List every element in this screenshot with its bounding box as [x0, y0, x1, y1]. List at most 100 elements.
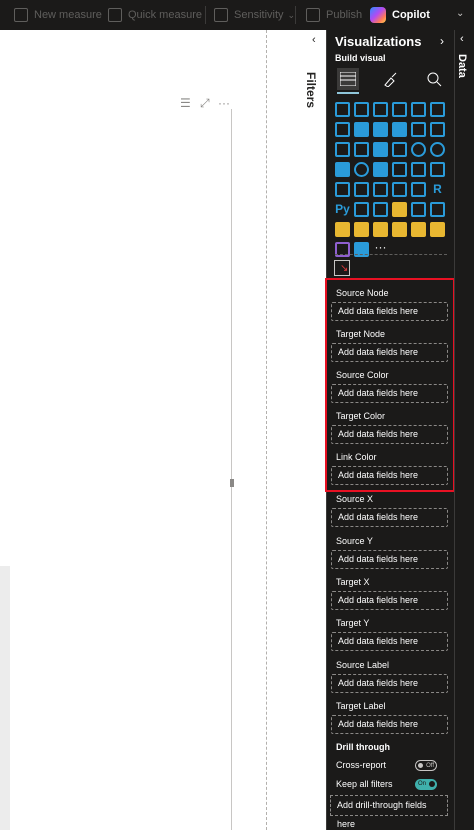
resize-handle[interactable] [230, 479, 234, 487]
stacked-area-chart-icon[interactable] [373, 122, 388, 137]
multi-row-card-icon[interactable] [335, 182, 350, 197]
build-visual-tab[interactable] [337, 68, 359, 90]
power-apps-icon[interactable] [354, 222, 369, 237]
well-label: Target Y [336, 618, 370, 628]
python-visual-icon[interactable]: Py [335, 202, 350, 217]
map-icon[interactable] [354, 162, 369, 177]
drill-through-title: Drill through [336, 742, 390, 752]
analytics-tab[interactable] [423, 68, 445, 90]
source-label-well[interactable]: Add data fields here [331, 674, 448, 693]
gauge-icon[interactable] [411, 162, 426, 177]
ribbon-divider [295, 6, 296, 24]
azure-map-icon[interactable] [392, 162, 407, 177]
waterfall-chart-icon[interactable] [335, 142, 350, 157]
new-measure-label: New measure [34, 9, 102, 21]
narrative-icon[interactable] [411, 202, 426, 217]
visualizations-title: Visualizations [335, 34, 422, 49]
format-visual-tab[interactable] [379, 68, 401, 90]
paginated-report-icon[interactable] [335, 222, 350, 237]
scatter-chart-icon[interactable] [373, 142, 388, 157]
well-label: Target X [336, 577, 370, 587]
line-chart-icon[interactable] [335, 122, 350, 137]
keep-all-filters-toggle[interactable]: On [415, 779, 437, 790]
chevron-down-icon[interactable]: ⌄ [456, 8, 464, 19]
target-label-well[interactable]: Add data fields here [331, 715, 448, 734]
clustered-bar-chart-icon[interactable] [373, 102, 388, 117]
custom-visual-icon[interactable] [430, 222, 445, 237]
visual-container[interactable] [0, 109, 232, 830]
chevron-down-icon: ⌄ [287, 9, 296, 20]
pane-divider [266, 30, 267, 830]
power-automate-icon[interactable] [373, 222, 388, 237]
copilot-label: Copilot [392, 9, 430, 21]
report-canvas[interactable]: ☰ ⤢ ··· [0, 30, 266, 830]
chevron-left-icon[interactable]: ‹ [312, 34, 316, 46]
donut-chart-icon[interactable] [430, 142, 445, 157]
canvas-shade [0, 566, 10, 830]
slicer-icon[interactable] [373, 182, 388, 197]
r-visual-icon[interactable]: R [430, 182, 445, 197]
funnel-chart-icon[interactable] [354, 142, 369, 157]
filters-pane[interactable] [268, 30, 326, 830]
shield-icon [214, 8, 228, 22]
sensitivity-label: Sensitivity [234, 9, 284, 21]
drill-through-well[interactable]: Add drill-through fields here [330, 795, 448, 829]
stacked-bar-chart-icon[interactable] [335, 102, 350, 117]
build-visual-label: Build visual [335, 53, 386, 63]
stacked-column-chart-icon[interactable] [354, 102, 369, 117]
highlight-box [325, 278, 455, 492]
key-influencers-icon[interactable] [354, 202, 369, 217]
filter-icon[interactable]: ☰ [180, 96, 191, 110]
line-and-clustered-column-icon[interactable] [430, 122, 445, 137]
chevron-left-icon[interactable]: ‹ [460, 33, 464, 45]
target-x-well[interactable]: Add data fields here [331, 591, 448, 610]
line-and-column-chart-icon[interactable] [411, 122, 426, 137]
publish-label: Publish [326, 9, 363, 21]
100-stacked-bar-chart-icon[interactable] [411, 102, 426, 117]
more-options-icon[interactable]: ··· [218, 96, 230, 110]
card-icon[interactable] [430, 162, 445, 177]
sensitivity-button[interactable]: Sensitivity ⌄ [214, 0, 295, 30]
publish-icon [306, 8, 320, 22]
cross-report-toggle[interactable]: Off [415, 760, 437, 771]
table-icon[interactable] [392, 182, 407, 197]
well-label: Source Label [336, 660, 390, 670]
new-measure-button[interactable]: New measure [14, 0, 102, 30]
calculator-icon [14, 8, 28, 22]
data-pane-label[interactable]: Data [456, 54, 468, 78]
publish-button[interactable]: Publish [306, 0, 362, 30]
focus-mode-icon[interactable]: ⤢ [200, 96, 210, 111]
decomposition-tree-icon[interactable] [373, 202, 388, 217]
ribbon-divider [205, 6, 206, 24]
scatter-dots-icon[interactable] [392, 142, 407, 157]
analytics-icon [427, 72, 442, 87]
copilot-icon [370, 7, 386, 23]
quick-measure-button[interactable]: Quick measure [108, 0, 202, 30]
matrix-icon[interactable] [411, 182, 426, 197]
source-y-well[interactable]: Add data fields here [331, 550, 448, 569]
pie-chart-icon[interactable] [411, 142, 426, 157]
metrics-icon[interactable] [430, 202, 445, 217]
custom-visual-icon[interactable] [411, 222, 426, 237]
kpi-icon[interactable] [354, 182, 369, 197]
cross-report-label: Cross-report [336, 760, 387, 770]
well-label: Target Label [336, 701, 386, 711]
custom-visual-icon[interactable] [392, 222, 407, 237]
active-tab-indicator [337, 92, 359, 94]
data-pane[interactable] [454, 30, 474, 830]
copilot-button[interactable]: Copilot [370, 4, 430, 26]
clustered-column-chart-icon[interactable] [392, 102, 407, 117]
target-y-well[interactable]: Add data fields here [331, 632, 448, 651]
qa-icon[interactable] [392, 202, 407, 217]
area-chart-icon[interactable] [354, 122, 369, 137]
collapse-chevron-icon[interactable]: › [440, 34, 444, 48]
filters-pane-label[interactable]: Filters [304, 72, 318, 108]
gallery-divider [335, 254, 447, 255]
100-stacked-column-chart-icon[interactable] [430, 102, 445, 117]
sankey-visual-icon[interactable]: ↘ [334, 260, 350, 276]
filled-map-icon[interactable] [373, 162, 388, 177]
treemap-icon[interactable] [335, 162, 350, 177]
keep-all-filters-label: Keep all filters [336, 779, 393, 789]
source-x-well[interactable]: Add data fields here [331, 508, 448, 527]
ribbon-chart-icon[interactable] [392, 122, 407, 137]
